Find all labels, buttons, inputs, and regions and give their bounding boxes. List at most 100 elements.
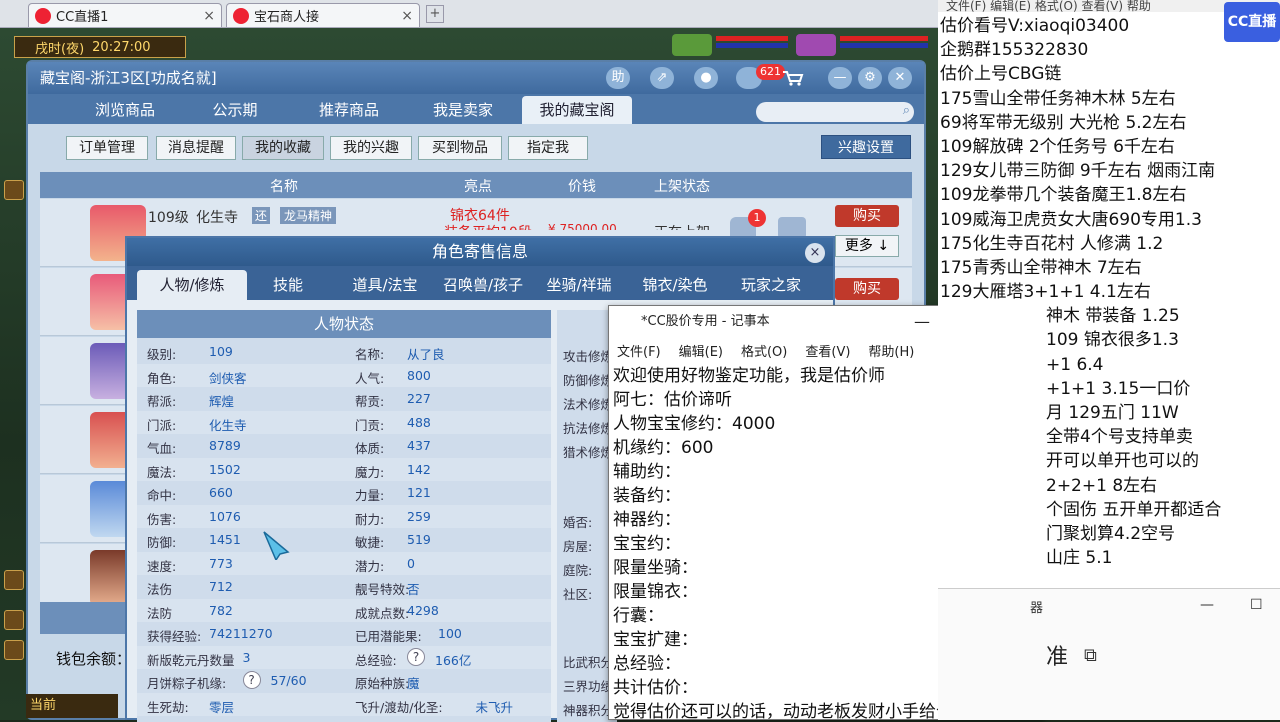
- browser-tab-label: 宝石商人接: [254, 10, 320, 25]
- stat-value: 化生寺: [209, 417, 247, 433]
- pin-icon[interactable]: ⧉: [1084, 645, 1097, 666]
- menu-file[interactable]: 文件(F): [617, 341, 661, 360]
- stat-label: 命中:: [147, 488, 177, 503]
- stat-label: 气血:: [147, 441, 177, 456]
- hud-icon[interactable]: [4, 570, 24, 590]
- menu-view[interactable]: 查看(V): [805, 341, 850, 360]
- header-highlight: 亮点: [464, 179, 492, 195]
- bought-items-button[interactable]: 买到物品: [418, 136, 502, 160]
- stat-value: 800: [407, 367, 431, 383]
- hud-icon[interactable]: [4, 610, 24, 630]
- my-favorites-button[interactable]: 我的收藏: [242, 136, 324, 160]
- stat-value: 712: [209, 579, 233, 594]
- tab-home[interactable]: 玩家之家: [723, 270, 819, 300]
- header-name: 名称: [270, 179, 298, 195]
- tab-pets[interactable]: 召唤兽/孩子: [435, 270, 531, 300]
- stat-label: 魔力:: [355, 464, 385, 480]
- close-icon[interactable]: ×: [805, 243, 825, 263]
- minimize-icon[interactable]: —: [828, 67, 852, 89]
- tab-public[interactable]: 公示期: [180, 96, 290, 124]
- stat-label: 人气:: [355, 370, 385, 386]
- tab-mounts[interactable]: 坐骑/祥瑞: [531, 270, 627, 300]
- stat-row: 防御: 1451 敏捷: 519: [137, 528, 551, 552]
- stat-value: 100: [438, 626, 462, 641]
- more-button[interactable]: 更多 ↓: [835, 235, 899, 257]
- price-line: 109 锦衣很多1.3: [1046, 330, 1179, 351]
- assigned-me-button[interactable]: 指定我: [508, 136, 588, 160]
- stat-value: 121: [407, 485, 431, 500]
- close-icon[interactable]: ×: [401, 8, 413, 24]
- browser-tab-gem[interactable]: 宝石商人接 ×: [226, 3, 420, 27]
- tab-skills[interactable]: 技能: [253, 270, 323, 300]
- message-remind-button[interactable]: 消息提醒: [156, 136, 236, 160]
- stat-label: 靓号特效:: [355, 582, 410, 597]
- row-tag: 还: [252, 207, 271, 224]
- stat-row: 级别: 109 名称: 从了良: [137, 340, 551, 364]
- stat-value: 74211270: [209, 626, 273, 641]
- gear-icon[interactable]: ⚙: [858, 67, 882, 89]
- message-badge: 621: [756, 64, 785, 80]
- new-tab-button[interactable]: +: [426, 5, 444, 23]
- minimize-icon[interactable]: —: [1200, 597, 1214, 613]
- price-line: 175雪山全带任务神木林 5左右: [940, 88, 1176, 109]
- maximize-icon[interactable]: ☐: [1250, 597, 1263, 613]
- menu-edit[interactable]: 编辑(E): [679, 341, 723, 360]
- side-label: 社区:: [563, 587, 593, 602]
- cart-icon[interactable]: [782, 70, 804, 86]
- price-list[interactable]: 估价看号V:xiaoqi03400 企鹅群155322830 估价上号CBG链 175…: [940, 14, 1280, 570]
- mp-bar: [716, 43, 788, 48]
- stat-row: 角色: 剑侠客 人气: 800: [137, 363, 551, 387]
- interest-settings-button[interactable]: 兴趣设置: [821, 135, 911, 159]
- order-manage-button[interactable]: 订单管理: [66, 136, 148, 160]
- buy-button[interactable]: 购买: [835, 205, 899, 227]
- side-label: 神器积分: [563, 703, 614, 718]
- search-input[interactable]: ⌕: [756, 102, 914, 122]
- help-icon[interactable]: ?: [407, 647, 425, 666]
- stat-label: 体质:: [355, 441, 385, 456]
- price-line: 175青秀山全带神木 7左右: [940, 257, 1142, 278]
- close-icon[interactable]: ✕: [888, 67, 912, 89]
- header-price: 价钱: [568, 179, 596, 195]
- dialog-title: 角色寄售信息: [127, 238, 833, 266]
- tab-seller[interactable]: 我是卖家: [408, 96, 518, 124]
- stat-row: 法伤 712 靓号特效: 否: [137, 575, 551, 599]
- my-interest-button[interactable]: 我的兴趣: [330, 136, 412, 160]
- price-line: 129大雁塔3+1+1 4.1左右: [940, 282, 1151, 303]
- pet-avatar[interactable]: [672, 34, 712, 56]
- tab-recommend[interactable]: 推荐商品: [294, 96, 404, 124]
- stat-label: 角色:: [147, 370, 177, 386]
- tab-costume[interactable]: 锦衣/染色: [627, 270, 723, 300]
- hud-bottom-label[interactable]: 当前: [26, 694, 118, 718]
- stat-row: 获得经验: 74211270 已用潜能果: 100: [137, 622, 551, 646]
- hud-icon[interactable]: [4, 180, 24, 200]
- stat-value: 227: [407, 391, 431, 406]
- buy-button[interactable]: 购买: [835, 278, 899, 300]
- help-button[interactable]: 助: [606, 67, 630, 89]
- row-highlight-2: 装备平均10段: [444, 222, 532, 230]
- stat-label: 法防: [147, 605, 173, 621]
- price-line: 109解放碑 2个任务号 6千左右: [940, 136, 1175, 157]
- stat-value: 从了良: [407, 347, 445, 362]
- tab-browse[interactable]: 浏览商品: [70, 96, 180, 124]
- stat-label: 力量:: [355, 488, 385, 503]
- help-icon[interactable]: ?: [242, 671, 261, 689]
- menu-help[interactable]: 帮助(H): [868, 341, 914, 360]
- tab-items[interactable]: 道具/法宝: [337, 270, 433, 300]
- hud-icon[interactable]: [4, 640, 24, 660]
- price-line: 175化生寺百花村 人修满 1.2: [940, 233, 1164, 254]
- browser-tab-cc[interactable]: CC直播1 ×: [28, 3, 222, 27]
- close-icon[interactable]: ×: [203, 8, 215, 24]
- side-label: 抗法修炼: [563, 421, 614, 436]
- tab-character[interactable]: 人物/修炼: [137, 270, 247, 300]
- share-button[interactable]: ⇗: [650, 67, 674, 89]
- stat-value: 57/60: [270, 673, 307, 688]
- record-button[interactable]: ●: [694, 67, 718, 89]
- price-line: 2+2+1 8左右: [1046, 475, 1158, 496]
- player-avatar[interactable]: [796, 34, 836, 56]
- stat-row: 帮派: 辉煌 帮贡: 227: [137, 387, 551, 411]
- search-icon[interactable]: ⌕: [903, 103, 910, 118]
- tab-my-treasure[interactable]: 我的藏宝阁: [522, 96, 632, 124]
- stat-row: 法防 782 成就点数: 4298: [137, 598, 551, 622]
- stat-row: 速度: 773 潜力: 0: [137, 551, 551, 575]
- menu-format[interactable]: 格式(O): [741, 341, 787, 360]
